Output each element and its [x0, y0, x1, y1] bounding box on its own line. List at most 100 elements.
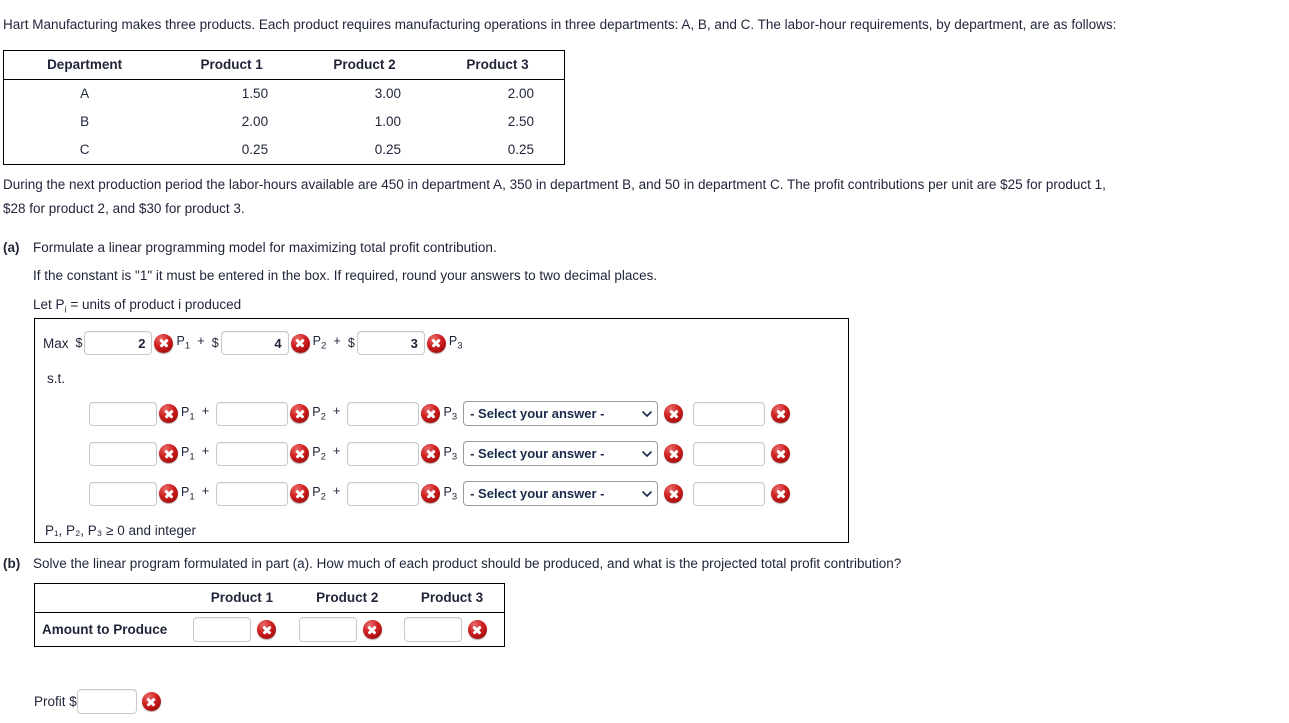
- subject-to-label: s.t.: [47, 371, 66, 386]
- table-row: C 0.25 0.25 0.25: [4, 136, 565, 165]
- plus-sign: +: [201, 403, 210, 418]
- max-label: Max: [43, 335, 69, 351]
- constraint-3-coefficient-p2-input[interactable]: [216, 481, 289, 506]
- constraint-3-coefficient-p1-input[interactable]: [89, 481, 157, 506]
- cell-product-2: 3.00: [374, 86, 402, 101]
- constraint-row-1: P1 + P2 + P3 - Select your answer -: [89, 401, 792, 426]
- currency-symbol-2: $: [211, 336, 219, 350]
- error-x-icon: [159, 444, 178, 463]
- col-header-product-1: Product 1: [189, 583, 295, 613]
- amount-product-3-input[interactable]: [403, 617, 462, 642]
- cell-product-1: 2.00: [241, 114, 269, 129]
- plus-sign: +: [332, 483, 341, 498]
- availability-line-1: During the next production period the la…: [3, 177, 1106, 192]
- chevron-down-icon: [642, 409, 652, 418]
- constraint-2-variable-p1: P1: [181, 444, 195, 463]
- cell-product-2: 1.00: [374, 114, 402, 129]
- subscript: 2: [321, 340, 327, 352]
- availability-line-2: $28 for product 2, and $30 for product 3…: [3, 201, 245, 216]
- cell-department: A: [80, 86, 90, 101]
- chevron-down-icon: [642, 489, 652, 498]
- col-header-blank: [34, 583, 190, 613]
- constraint-3-variable-p3: P3: [443, 484, 458, 503]
- col-header-department: Department: [3, 50, 166, 80]
- objective-coefficient-p1-input[interactable]: [84, 331, 153, 355]
- amount-product-1-input[interactable]: [193, 617, 252, 642]
- constraint-3-coefficient-p3-input[interactable]: [347, 481, 420, 506]
- nonnegativity-statement: P₁, P₂, P₃ ≥ 0 and integer: [45, 523, 197, 538]
- plus-sign: +: [201, 483, 210, 498]
- error-x-icon: [154, 333, 174, 353]
- constraint-2-coefficient-p2-input[interactable]: [216, 441, 289, 466]
- constraint-3-variable-p1: P1: [181, 484, 195, 503]
- intro-paragraph: Hart Manufacturing makes three products.…: [3, 17, 1117, 32]
- select-value: - Select your answer -: [470, 446, 605, 461]
- table-header-row: Product 1 Product 2 Product 3: [34, 583, 505, 613]
- objective-variable-p2: P2: [312, 334, 327, 352]
- constraint-3-rhs-input[interactable]: [693, 481, 766, 506]
- col-header-product-3: Product 3: [399, 583, 505, 613]
- error-x-icon: [664, 444, 684, 463]
- constraint-2-coefficient-p3-input[interactable]: [347, 441, 420, 466]
- chevron-down-icon: [642, 449, 652, 458]
- part-a-variable-definition: Let Pi = units of product i produced: [33, 296, 241, 319]
- profit-input[interactable]: [76, 689, 137, 714]
- error-x-icon: [664, 484, 684, 503]
- error-x-icon: [771, 484, 791, 503]
- objective-coefficient-p2-input[interactable]: [220, 331, 289, 355]
- cell-amount-product-1: [189, 613, 294, 647]
- subscript: 1: [189, 491, 195, 503]
- constraint-1-variable-p2: P2: [312, 404, 326, 423]
- constraint-2-variable-p3: P3: [443, 444, 458, 463]
- definition-suffix: = units of product i produced: [66, 297, 242, 312]
- plus-sign: +: [201, 443, 210, 458]
- col-header-product-3: Product 3: [431, 50, 565, 80]
- constraint-row-2: P1 + P2 + P3 - Select your answer -: [89, 441, 792, 466]
- constraint-1-coefficient-p3-input[interactable]: [347, 401, 420, 426]
- part-a-prompt: Formulate a linear programming model for…: [33, 240, 497, 255]
- select-value: - Select your answer -: [470, 406, 605, 421]
- constraint-2-rhs-input[interactable]: [693, 441, 766, 466]
- part-a-rounding-note: If the constant is "1" it must be entere…: [33, 268, 658, 283]
- col-header-product-2: Product 2: [298, 50, 432, 80]
- objective-coefficient-p3-input[interactable]: [356, 331, 425, 355]
- subscript: 3: [451, 491, 458, 503]
- constraint-1-relation-select[interactable]: - Select your answer -: [463, 401, 659, 426]
- amount-to-produce-table: Product 1 Product 2 Product 3 Amount to …: [34, 583, 505, 647]
- error-x-icon: [426, 333, 446, 353]
- error-x-icon: [290, 444, 310, 463]
- part-a-label: (a): [3, 240, 20, 255]
- constraint-2-coefficient-p1-input[interactable]: [89, 441, 157, 466]
- error-x-icon: [771, 404, 791, 423]
- plus-sign-1: +: [197, 332, 205, 348]
- error-x-icon: [771, 444, 791, 463]
- constraint-1-rhs-input[interactable]: [693, 401, 766, 426]
- table-row: B 2.00 1.00 2.50: [4, 108, 565, 136]
- subscript: 1: [184, 340, 191, 352]
- error-x-icon: [141, 692, 161, 711]
- subscript: 1: [189, 411, 195, 423]
- constraint-1-coefficient-p1-input[interactable]: [89, 401, 157, 426]
- part-b-label: (b): [3, 556, 21, 571]
- constraint-3-relation-select[interactable]: - Select your answer -: [463, 481, 659, 506]
- constraint-1-variable-p3: P3: [443, 404, 458, 423]
- subscript: 1: [189, 451, 195, 463]
- error-x-icon: [421, 484, 441, 503]
- cell-department: C: [79, 142, 90, 157]
- constraint-1-coefficient-p2-input[interactable]: [216, 401, 289, 426]
- plus-sign: +: [332, 403, 341, 418]
- table-row: A 1.50 3.00 2.00: [4, 80, 565, 109]
- constraint-2-relation-select[interactable]: - Select your answer -: [463, 441, 659, 466]
- cell-amount-product-2: [295, 613, 400, 647]
- plus-sign-2: +: [333, 332, 341, 348]
- error-x-icon: [159, 404, 178, 423]
- amount-product-2-input[interactable]: [298, 617, 357, 642]
- table-row: Amount to Produce: [35, 613, 505, 647]
- error-x-icon: [257, 620, 277, 639]
- col-header-product-2: Product 2: [294, 583, 400, 613]
- error-x-icon: [421, 444, 441, 463]
- table-header-row: Department Product 1 Product 2 Product 3: [3, 50, 565, 80]
- subscript: 2: [320, 451, 326, 463]
- error-x-icon: [421, 404, 441, 423]
- col-header-product-1: Product 1: [165, 50, 299, 80]
